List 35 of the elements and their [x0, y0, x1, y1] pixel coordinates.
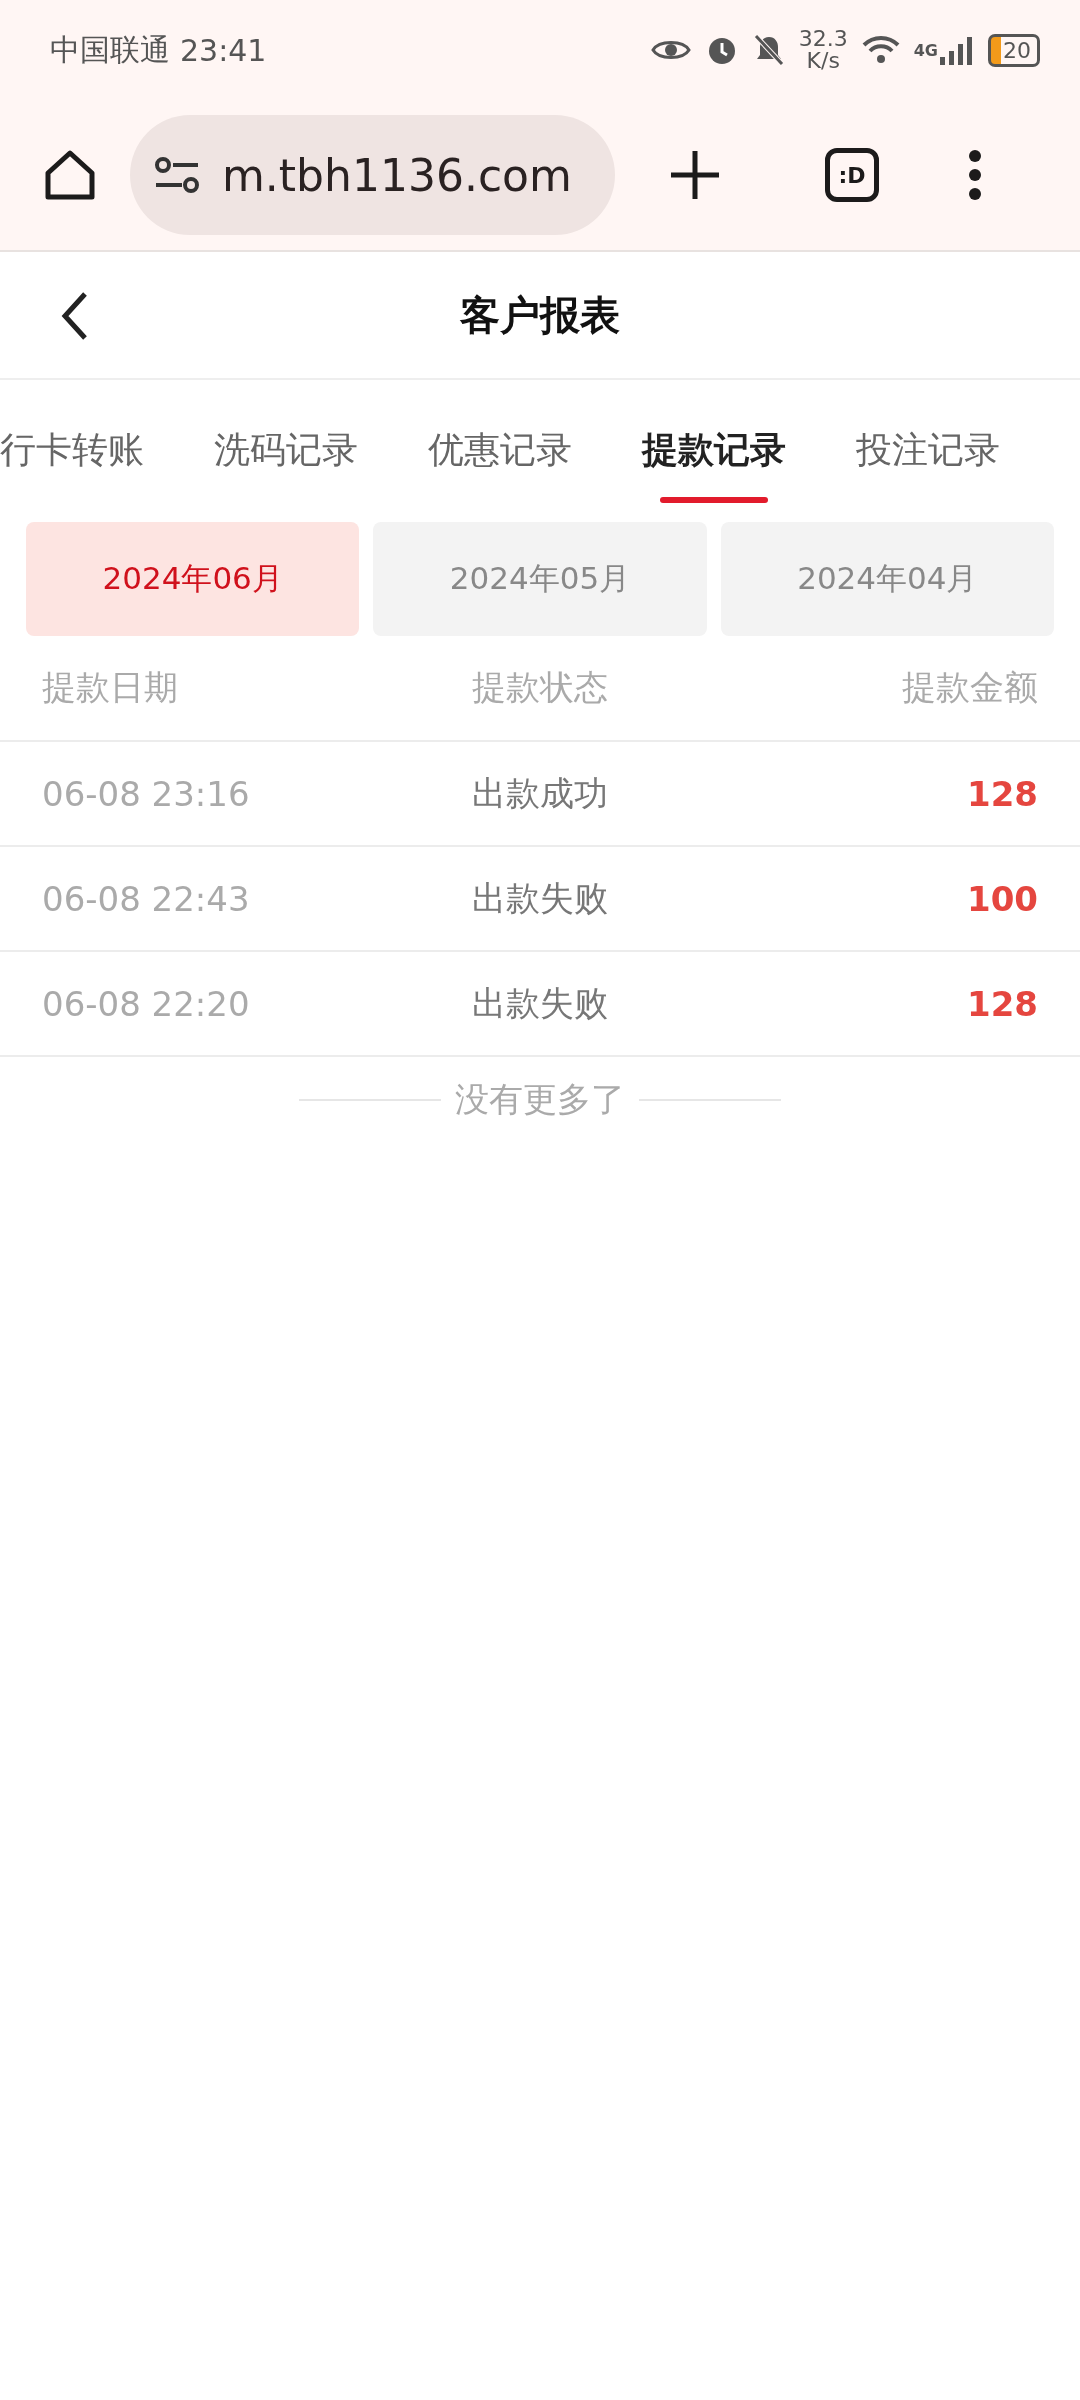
url-text: m.tbh1136.com	[222, 149, 572, 201]
speed-unit: K/s	[806, 50, 840, 72]
report-tab[interactable]: 洗码记录	[214, 380, 358, 515]
month-button[interactable]: 2024年06月	[26, 522, 360, 636]
month-button[interactable]: 2024年04月	[720, 522, 1054, 636]
column-header: 提款金额	[901, 666, 1038, 709]
report-tab[interactable]: 优惠记录	[428, 380, 572, 515]
column-header: 提款日期	[42, 666, 179, 709]
report-tab[interactable]: 提款记录	[642, 380, 786, 515]
status-cell-text: 出款失败	[471, 981, 609, 1025]
date-cell-text: 06-08 23:16	[42, 773, 251, 814]
battery-level: 20	[988, 33, 1040, 67]
report-tab[interactable]: 投注记录	[856, 380, 1000, 515]
amount-cell-text: 128	[966, 983, 1038, 1024]
page-title: 客户报表	[460, 290, 620, 340]
end-of-list-text: 没有更多了	[455, 1078, 625, 1121]
site-settings-icon	[154, 155, 200, 195]
muted-bell-icon	[752, 33, 785, 67]
amount-cell-text: 100	[966, 878, 1038, 919]
column-header: 提款状态	[471, 666, 609, 709]
carrier-name: 中国联通	[50, 30, 170, 69]
status-cell-text: 出款失败	[471, 876, 609, 920]
amount-cell-text: 128	[966, 773, 1038, 814]
date-cell-text: 06-08 22:20	[42, 983, 251, 1024]
network-speed: 32.3	[798, 28, 848, 50]
date-cell-text: 06-08 22:43	[42, 878, 251, 919]
month-button[interactable]: 2024年05月	[373, 522, 707, 636]
wifi-icon	[861, 35, 900, 65]
status-cell-text: 出款成功	[471, 771, 609, 815]
network-type: 4G	[913, 40, 938, 60]
clock-time: 23:41	[180, 32, 267, 68]
report-tab[interactable]: 行卡转账	[0, 380, 144, 515]
tab-switcher-button[interactable]: :D	[825, 148, 879, 202]
signal-icon	[940, 35, 974, 65]
address-bar[interactable]: m.tbh1136.com	[130, 115, 615, 235]
